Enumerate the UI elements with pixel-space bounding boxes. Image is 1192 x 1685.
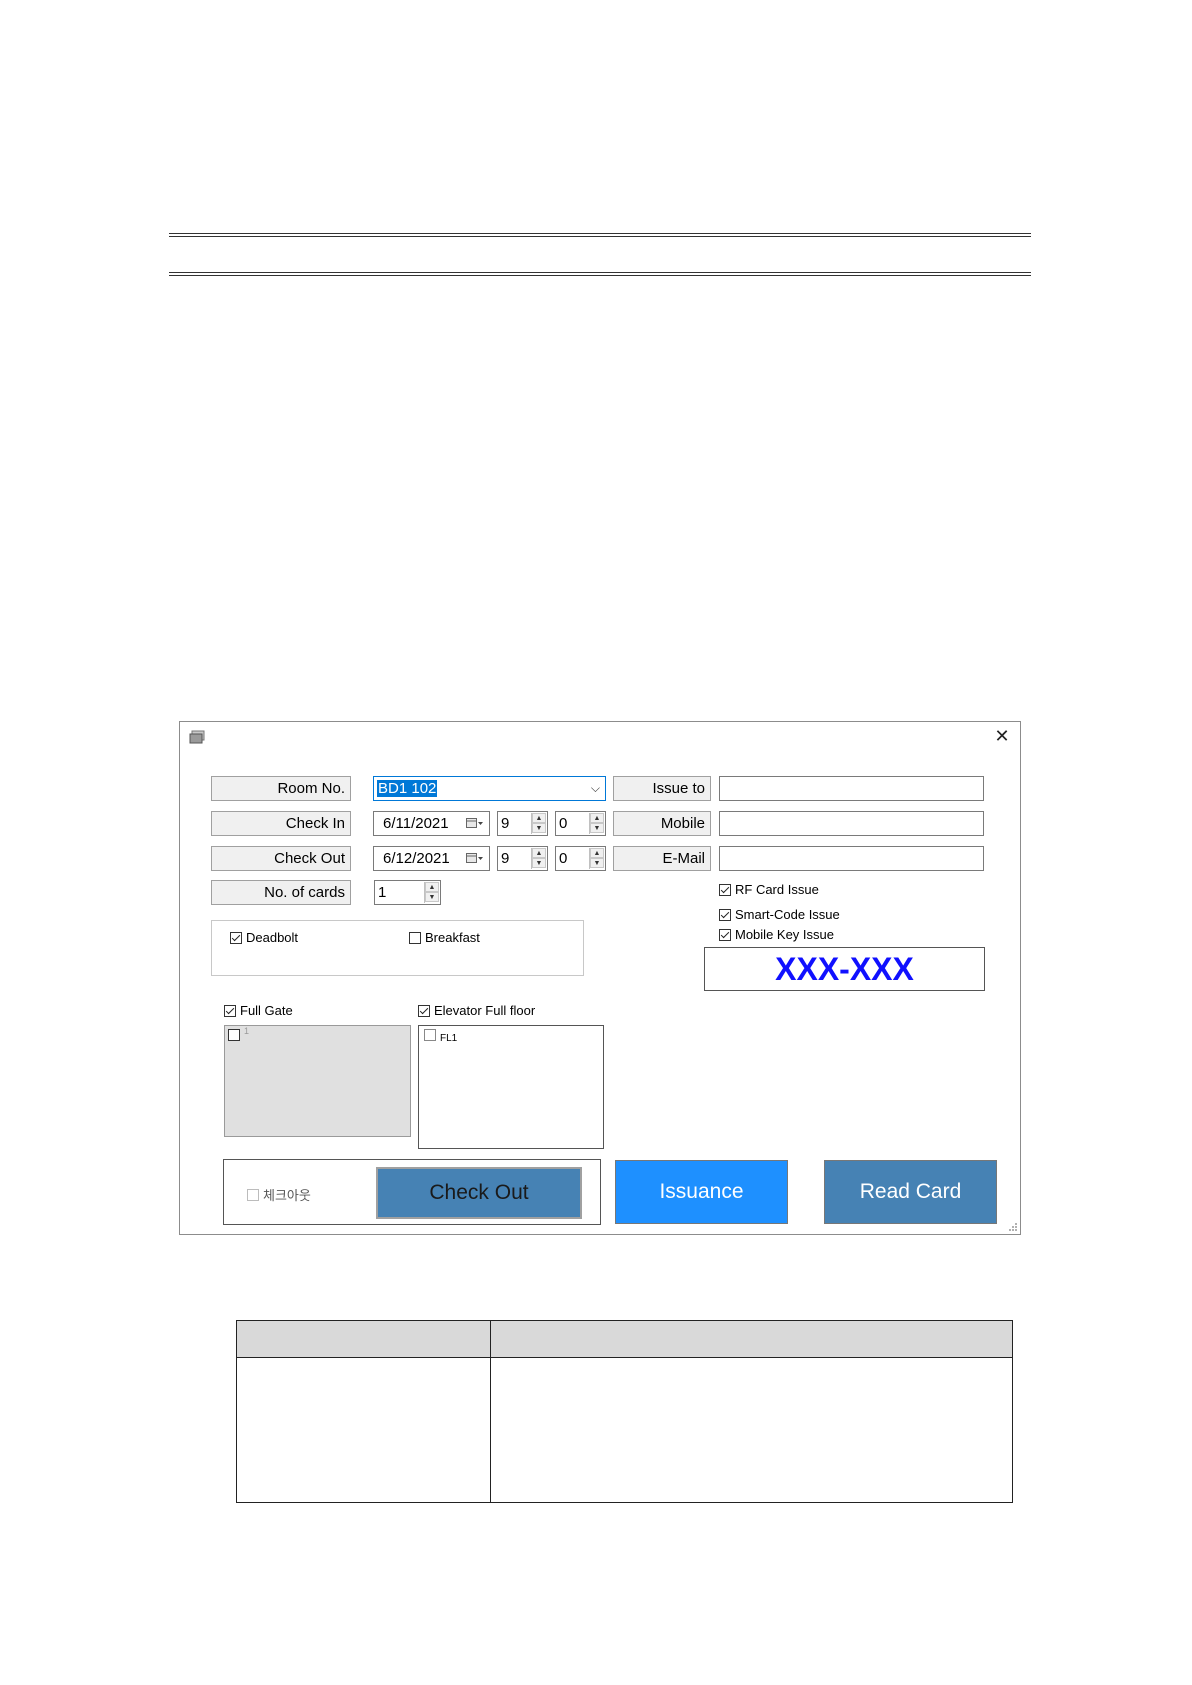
spin-up-icon[interactable]: ▲ xyxy=(590,813,604,823)
mobile-input[interactable] xyxy=(719,811,984,836)
check-out-date-value: 6/12/2021 xyxy=(383,850,450,867)
check-in-hour-stepper[interactable]: 9 ▲ ▼ xyxy=(497,811,548,836)
checkbox-checked-icon xyxy=(230,931,242,944)
chevron-down-icon[interactable]: ⌵ xyxy=(591,777,600,800)
issuance-button[interactable]: Issuance xyxy=(615,1160,788,1224)
read-card-button[interactable]: Read Card xyxy=(824,1160,997,1224)
spin-up-icon[interactable]: ▲ xyxy=(590,848,604,858)
check-in-minute-value: 0 xyxy=(559,815,568,832)
email-input[interactable] xyxy=(719,846,984,871)
mobile-key-issue-label: Mobile Key Issue xyxy=(735,927,834,942)
app-icon xyxy=(189,730,205,744)
table-cell xyxy=(490,1357,1013,1503)
room-no-combobox[interactable]: BD1 102 ⌵ xyxy=(373,776,606,801)
gate-list[interactable]: 1 xyxy=(224,1025,411,1137)
no-of-cards-value: 1 xyxy=(378,884,387,901)
check-out-date-picker[interactable]: 6/12/2021 xyxy=(373,846,490,871)
table-header-cell xyxy=(490,1320,1013,1358)
check-in-label: Check In xyxy=(211,811,351,836)
table-header-cell xyxy=(236,1320,491,1358)
room-key-dialog: ✕ Room No. BD1 102 ⌵ Issue to Check In 6… xyxy=(179,721,1021,1235)
document-table xyxy=(236,1320,1013,1503)
resize-grip-icon[interactable] xyxy=(1008,1222,1018,1232)
checkbox-unchecked-icon xyxy=(228,1029,240,1041)
floor-list[interactable]: FL1 xyxy=(418,1025,604,1149)
checkbox-checked-icon xyxy=(719,928,731,941)
gate-item-label: 1 xyxy=(244,1026,250,1036)
elevator-full-floor-checkbox[interactable]: Elevator Full floor xyxy=(418,1003,535,1018)
check-out-hour-value: 9 xyxy=(501,850,510,867)
rf-card-issue-label: RF Card Issue xyxy=(735,882,819,897)
spin-up-icon[interactable]: ▲ xyxy=(532,813,546,823)
check-out-button[interactable]: Check Out xyxy=(376,1167,582,1219)
minute-spin-buttons[interactable]: ▲ ▼ xyxy=(589,813,604,834)
table-cell xyxy=(236,1357,491,1503)
spin-down-icon[interactable]: ▼ xyxy=(590,823,604,833)
issue-to-input[interactable] xyxy=(719,776,984,801)
calendar-icon[interactable] xyxy=(466,818,484,829)
spin-down-icon[interactable]: ▼ xyxy=(425,892,439,902)
deadbolt-label: Deadbolt xyxy=(246,930,299,945)
checkbox-checked-icon xyxy=(224,1004,236,1017)
checkbox-checked-icon xyxy=(719,908,731,921)
extras-group: Deadbolt Breakfast xyxy=(211,920,584,976)
spin-down-icon[interactable]: ▼ xyxy=(532,858,546,868)
check-out-minute-value: 0 xyxy=(559,850,568,867)
full-gate-checkbox[interactable]: Full Gate xyxy=(224,1003,293,1018)
header-rule-top xyxy=(169,233,1031,237)
no-of-cards-label: No. of cards xyxy=(211,880,351,905)
breakfast-checkbox[interactable]: Breakfast xyxy=(409,930,480,945)
spin-down-icon[interactable]: ▼ xyxy=(590,858,604,868)
checkout-checkbox[interactable]: 체크아웃 xyxy=(247,1185,311,1204)
check-in-date-picker[interactable]: 6/11/2021 xyxy=(373,811,490,836)
room-no-label: Room No. xyxy=(211,776,351,801)
checkout-group: 체크아웃 Check Out xyxy=(223,1159,601,1225)
floor-list-item[interactable]: FL1 xyxy=(424,1029,458,1044)
close-icon[interactable]: ✕ xyxy=(990,725,1014,747)
smart-code-issue-checkbox[interactable]: Smart-Code Issue xyxy=(719,907,840,922)
check-out-label: Check Out xyxy=(211,846,351,871)
email-label: E-Mail xyxy=(613,846,711,871)
gate-list-item[interactable]: 1 xyxy=(228,1026,250,1041)
smart-code-issue-label: Smart-Code Issue xyxy=(735,907,840,922)
breakfast-label: Breakfast xyxy=(425,930,480,945)
full-gate-label: Full Gate xyxy=(240,1003,293,1018)
check-out-hour-stepper[interactable]: 9 ▲ ▼ xyxy=(497,846,548,871)
calendar-icon[interactable] xyxy=(466,853,484,864)
check-out-minute-stepper[interactable]: 0 ▲ ▼ xyxy=(555,846,606,871)
floor-item-label: FL1 xyxy=(440,1032,458,1044)
rf-card-issue-checkbox[interactable]: RF Card Issue xyxy=(719,882,819,897)
mobile-label: Mobile xyxy=(613,811,711,836)
spin-up-icon[interactable]: ▲ xyxy=(532,848,546,858)
elevator-full-floor-label: Elevator Full floor xyxy=(434,1003,536,1018)
issue-to-label: Issue to xyxy=(613,776,711,801)
check-in-hour-value: 9 xyxy=(501,815,510,832)
hour-spin-buttons[interactable]: ▲ ▼ xyxy=(531,813,546,834)
minute-spin-buttons[interactable]: ▲ ▼ xyxy=(589,848,604,869)
code-display: XXX-XXX xyxy=(704,947,985,991)
mobile-key-issue-checkbox[interactable]: Mobile Key Issue xyxy=(719,927,834,942)
checkbox-unchecked-icon xyxy=(247,1188,259,1201)
spin-down-icon[interactable]: ▼ xyxy=(532,823,546,833)
checkout-checkbox-label: 체크아웃 xyxy=(263,1188,311,1203)
check-in-date-value: 6/11/2021 xyxy=(383,815,449,832)
checkbox-checked-icon xyxy=(719,883,731,896)
deadbolt-checkbox[interactable]: Deadbolt xyxy=(230,930,298,945)
header-rule-bottom xyxy=(169,272,1031,276)
room-no-value: BD1 102 xyxy=(377,780,438,797)
checkbox-checked-icon xyxy=(418,1004,430,1017)
check-in-minute-stepper[interactable]: 0 ▲ ▼ xyxy=(555,811,606,836)
no-of-cards-stepper[interactable]: 1 ▲ ▼ xyxy=(374,880,441,905)
spin-up-icon[interactable]: ▲ xyxy=(425,882,439,892)
cards-spin-buttons[interactable]: ▲ ▼ xyxy=(424,882,439,903)
checkbox-unchecked-icon xyxy=(424,1029,436,1041)
hour-spin-buttons[interactable]: ▲ ▼ xyxy=(531,848,546,869)
checkbox-unchecked-icon xyxy=(409,931,421,944)
